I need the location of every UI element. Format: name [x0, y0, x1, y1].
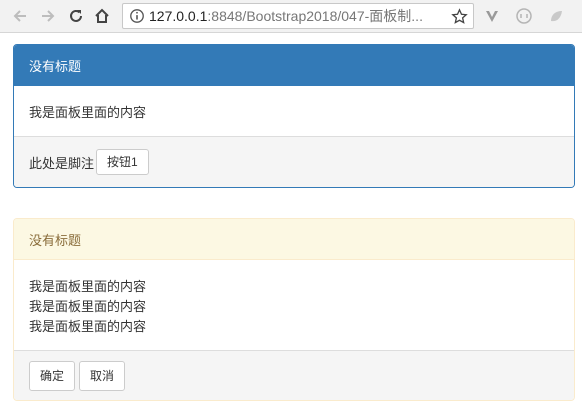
back-icon[interactable]	[8, 4, 32, 28]
panel-heading: 没有标题	[14, 45, 574, 86]
panel-footer: 确定 取消	[14, 350, 574, 400]
cancel-button[interactable]: 取消	[79, 360, 126, 391]
url-text: 127.0.0.1:8848/Bootstrap2018/047-面板制...	[149, 6, 443, 26]
extension-v-icon[interactable]	[480, 4, 504, 28]
info-icon[interactable]	[127, 6, 147, 26]
url-path: :8848/Bootstrap2018/047-面板制...	[207, 8, 423, 24]
body-line: 我是面板里面的内容	[29, 319, 147, 334]
panel-body: 我是面板里面的内容 我是面板里面的内容 我是面板里面的内容	[14, 260, 574, 350]
body-line: 我是面板里面的内容	[29, 279, 147, 294]
reload-icon[interactable]	[64, 4, 88, 28]
panel-heading: 没有标题	[14, 219, 574, 260]
extension-leaf-icon[interactable]	[544, 4, 568, 28]
panel-footer: 此处是脚注 按钮1	[14, 136, 574, 187]
primary-panel: 没有标题 我是面板里面的内容 此处是脚注 按钮1	[13, 44, 575, 188]
browser-toolbar: 127.0.0.1:8848/Bootstrap2018/047-面板制...	[0, 0, 582, 33]
body-line: 我是面板里面的内容	[29, 299, 147, 314]
address-bar[interactable]: 127.0.0.1:8848/Bootstrap2018/047-面板制...	[122, 3, 474, 29]
panel-body: 我是面板里面的内容	[29, 104, 147, 120]
home-icon[interactable]	[90, 4, 114, 28]
ok-button[interactable]: 确定	[29, 360, 76, 391]
footer-text: 此处是脚注	[29, 155, 95, 171]
forward-icon[interactable]	[36, 4, 60, 28]
extension-circle-icon[interactable]	[512, 4, 536, 28]
url-host: 127.0.0.1	[149, 8, 208, 24]
warning-panel: 没有标题 我是面板里面的内容 我是面板里面的内容 我是面板里面的内容 确定 取消	[13, 218, 575, 401]
button-1[interactable]: 按钮1	[96, 149, 149, 175]
bookmark-star-icon[interactable]	[449, 6, 469, 26]
